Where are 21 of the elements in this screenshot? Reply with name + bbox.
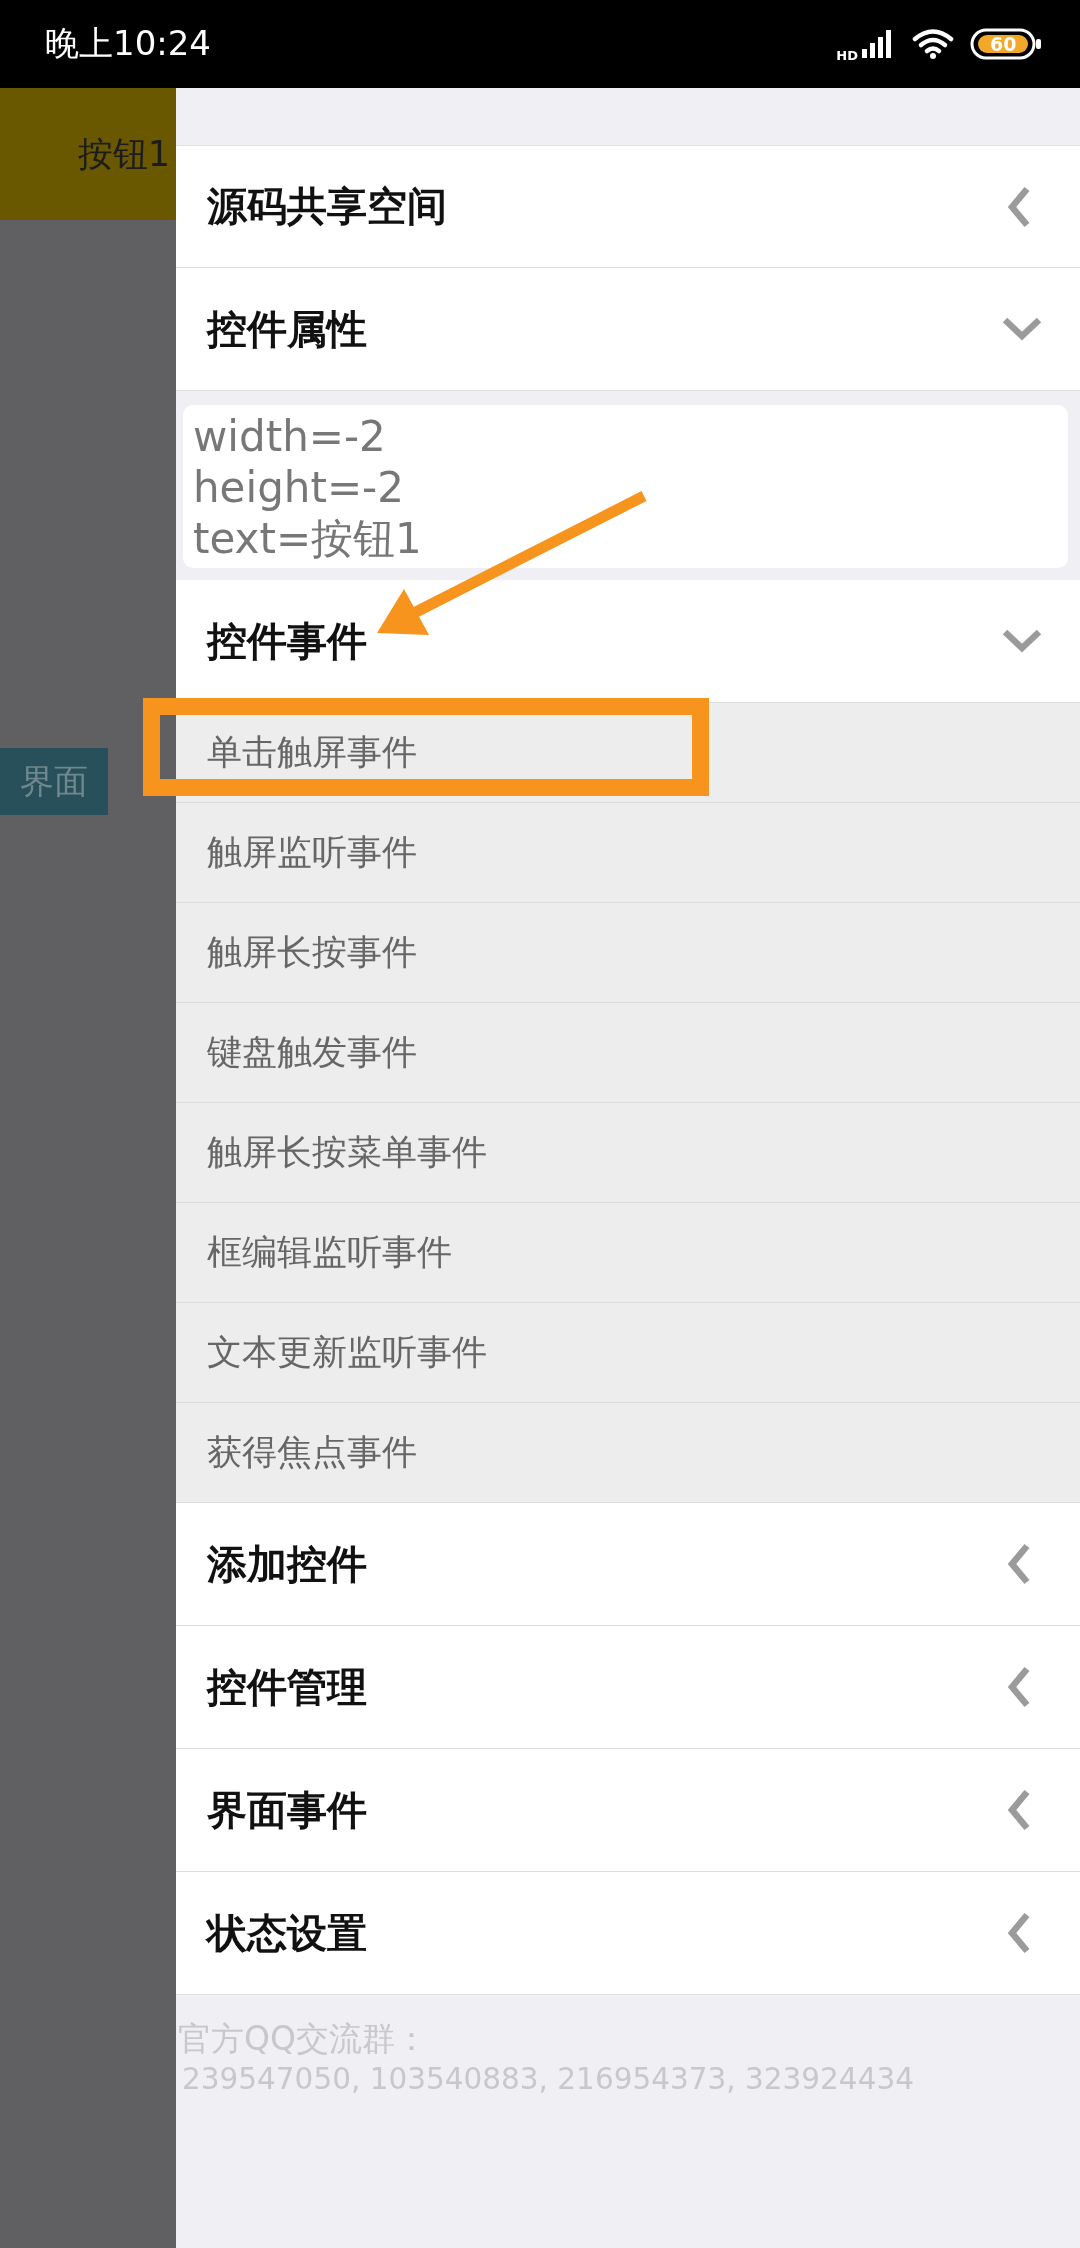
event-item[interactable]: 触屏长按事件 <box>176 903 1080 1003</box>
event-item[interactable]: 触屏监听事件 <box>176 803 1080 903</box>
event-item[interactable]: 框编辑监听事件 <box>176 1203 1080 1303</box>
event-item[interactable]: 键盘触发事件 <box>176 1003 1080 1103</box>
event-item[interactable]: 触屏长按菜单事件 <box>176 1103 1080 1203</box>
battery-percent: 60 <box>990 33 1017 55</box>
section-header[interactable]: 界面事件 <box>176 1749 1080 1872</box>
signal-icon <box>862 30 892 58</box>
properties-field[interactable]: width=-2 height=-2 text=按钮1 <box>183 405 1068 568</box>
section-header[interactable]: 控件事件 <box>176 580 1080 703</box>
section-header[interactable]: 添加控件 <box>176 1503 1080 1626</box>
section-header[interactable]: 状态设置 <box>176 1872 1080 1995</box>
status-time: 晚上10:24 <box>45 22 211 65</box>
section-header[interactable]: 控件属性 <box>176 268 1080 391</box>
event-item[interactable]: 文本更新监听事件 <box>176 1303 1080 1403</box>
network-type-label: HD <box>836 47 858 63</box>
section-header[interactable]: 控件管理 <box>176 1626 1080 1749</box>
wifi-icon <box>912 29 954 59</box>
battery-icon <box>970 28 1042 60</box>
section-header[interactable]: 源码共享空间 <box>176 145 1080 268</box>
event-item[interactable]: 获得焦点事件 <box>176 1403 1080 1503</box>
